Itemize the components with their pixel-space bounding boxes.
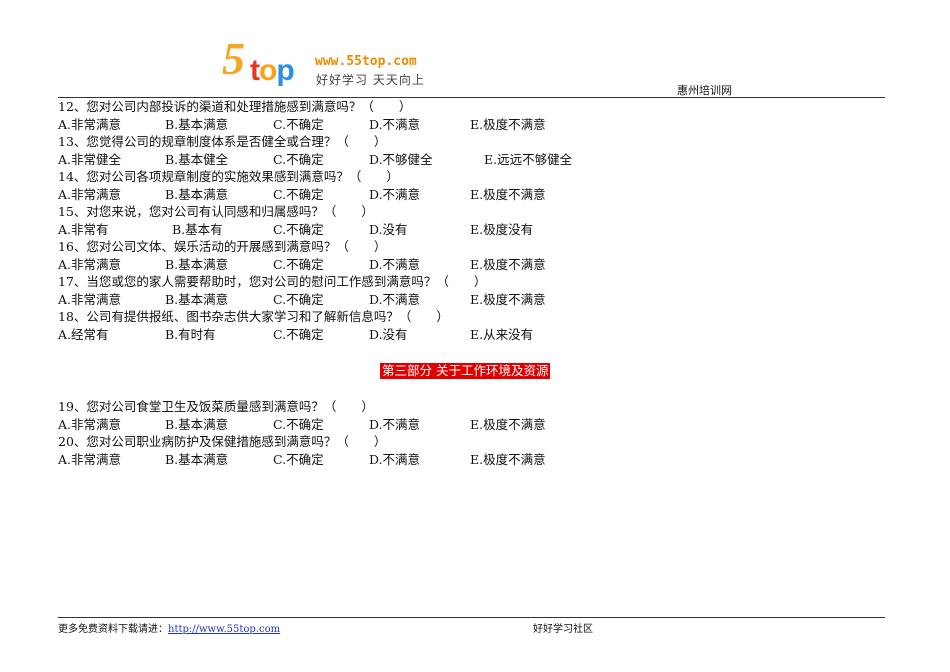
site-name: 惠州培训网: [677, 84, 732, 97]
answer-option[interactable]: B.基本有: [172, 222, 223, 238]
answer-option[interactable]: E.极度不满意: [470, 292, 546, 308]
question-text: 20、您对公司职业病防护及保健措施感到满意吗？（ ）: [58, 434, 387, 449]
answer-option[interactable]: C.不确定: [273, 152, 324, 168]
answer-option[interactable]: C.不确定: [273, 292, 324, 308]
question-text: 19、您对公司食堂卫生及饭菜质量感到满意吗？（ ）: [58, 399, 374, 414]
answer-option[interactable]: C.不确定: [273, 327, 324, 343]
question-text: 18、公司有提供报纸、图书杂志供大家学习和了解新信息吗？（ ）: [58, 309, 449, 324]
answer-option[interactable]: E.极度不满意: [470, 117, 546, 133]
answer-option[interactable]: A.非常满意: [58, 417, 121, 433]
footer-link[interactable]: http://www.55top.com: [168, 624, 280, 635]
answer-option[interactable]: B.基本满意: [165, 292, 228, 308]
answer-option[interactable]: B.基本满意: [165, 257, 228, 273]
answer-option[interactable]: C.不确定: [273, 257, 324, 273]
answer-option[interactable]: D.不满意: [369, 292, 420, 308]
answer-option[interactable]: A.经常有: [58, 327, 109, 343]
header-divider: [58, 97, 885, 98]
answer-option[interactable]: C.不确定: [273, 222, 324, 238]
answer-option[interactable]: C.不确定: [273, 417, 324, 433]
answer-option[interactable]: A.非常满意: [58, 257, 121, 273]
question-text: 12、您对公司内部投诉的渠道和处理措施感到满意吗？（ ）: [58, 99, 412, 114]
answer-option[interactable]: D.不满意: [369, 117, 420, 133]
55top-logo: 5 top www.55top.com 好好学习 天天向上: [212, 33, 442, 94]
answer-option[interactable]: A.非常满意: [58, 187, 121, 203]
answer-option[interactable]: E.极度不满意: [470, 417, 546, 433]
answer-option[interactable]: B.基本满意: [165, 187, 228, 203]
answer-option[interactable]: E.极度不满意: [470, 452, 546, 468]
answer-option[interactable]: D.不满意: [369, 187, 420, 203]
answer-option[interactable]: C.不确定: [273, 452, 324, 468]
answer-option[interactable]: D.不满意: [369, 417, 420, 433]
answer-option[interactable]: E.极度不满意: [470, 187, 546, 203]
answer-option[interactable]: D.没有: [369, 327, 408, 343]
answer-option[interactable]: E.从来没有: [470, 327, 533, 343]
logo-slogan: 好好学习 天天向上: [316, 73, 425, 87]
footer-divider: [58, 617, 885, 618]
question-text: 13、您觉得公司的规章制度体系是否健全或合理？（ ）: [58, 134, 387, 149]
answer-option[interactable]: E.极度没有: [470, 222, 533, 238]
answer-option[interactable]: B.基本满意: [165, 417, 228, 433]
answer-option[interactable]: A.非常满意: [58, 117, 121, 133]
answer-option[interactable]: D.不满意: [369, 257, 420, 273]
answer-option[interactable]: D.不够健全: [369, 152, 433, 168]
answer-option[interactable]: A.非常满意: [58, 452, 121, 468]
answer-option[interactable]: B.基本满意: [165, 452, 228, 468]
logo-five: 5: [222, 33, 245, 84]
section-title: 第三部分 关于工作环境及资源: [380, 363, 551, 379]
question-text: 16、您对公司文体、娱乐活动的开展感到满意吗？（ ）: [58, 239, 387, 254]
answer-option[interactable]: D.没有: [369, 222, 408, 238]
answer-option[interactable]: B.基本健全: [165, 152, 228, 168]
footer-right: 好好学习社区: [533, 624, 593, 635]
answer-option[interactable]: A.非常满意: [58, 292, 121, 308]
document-page: { "header":{"logo_url_text":"www.55top.c…: [0, 0, 950, 672]
question-text: 15、对您来说，您对公司有认同感和归属感吗？（ ）: [58, 204, 374, 219]
logo-top: top: [250, 54, 295, 87]
answer-option[interactable]: E.远远不够健全: [484, 152, 572, 168]
answer-option[interactable]: D.不满意: [369, 452, 420, 468]
answer-option[interactable]: C.不确定: [273, 117, 324, 133]
answer-option[interactable]: A.非常健全: [58, 152, 121, 168]
logo-url: www.55top.com: [315, 54, 417, 69]
answer-option[interactable]: B.基本满意: [165, 117, 228, 133]
answer-option[interactable]: C.不确定: [273, 187, 324, 203]
footer-left: 更多免费资料下载请进：http://www.55top.com: [58, 620, 280, 635]
answer-option[interactable]: B.有时有: [165, 327, 216, 343]
question-text: 17、当您或您的家人需要帮助时，您对公司的慰问工作感到满意吗？（ ）: [58, 274, 487, 289]
question-text: 14、您对公司各项规章制度的实施效果感到满意吗？（ ）: [58, 169, 399, 184]
answer-option[interactable]: A.非常有: [58, 222, 109, 238]
answer-option[interactable]: E.极度不满意: [470, 257, 546, 273]
footer-prefix: 更多免费资料下载请进：: [58, 624, 168, 635]
